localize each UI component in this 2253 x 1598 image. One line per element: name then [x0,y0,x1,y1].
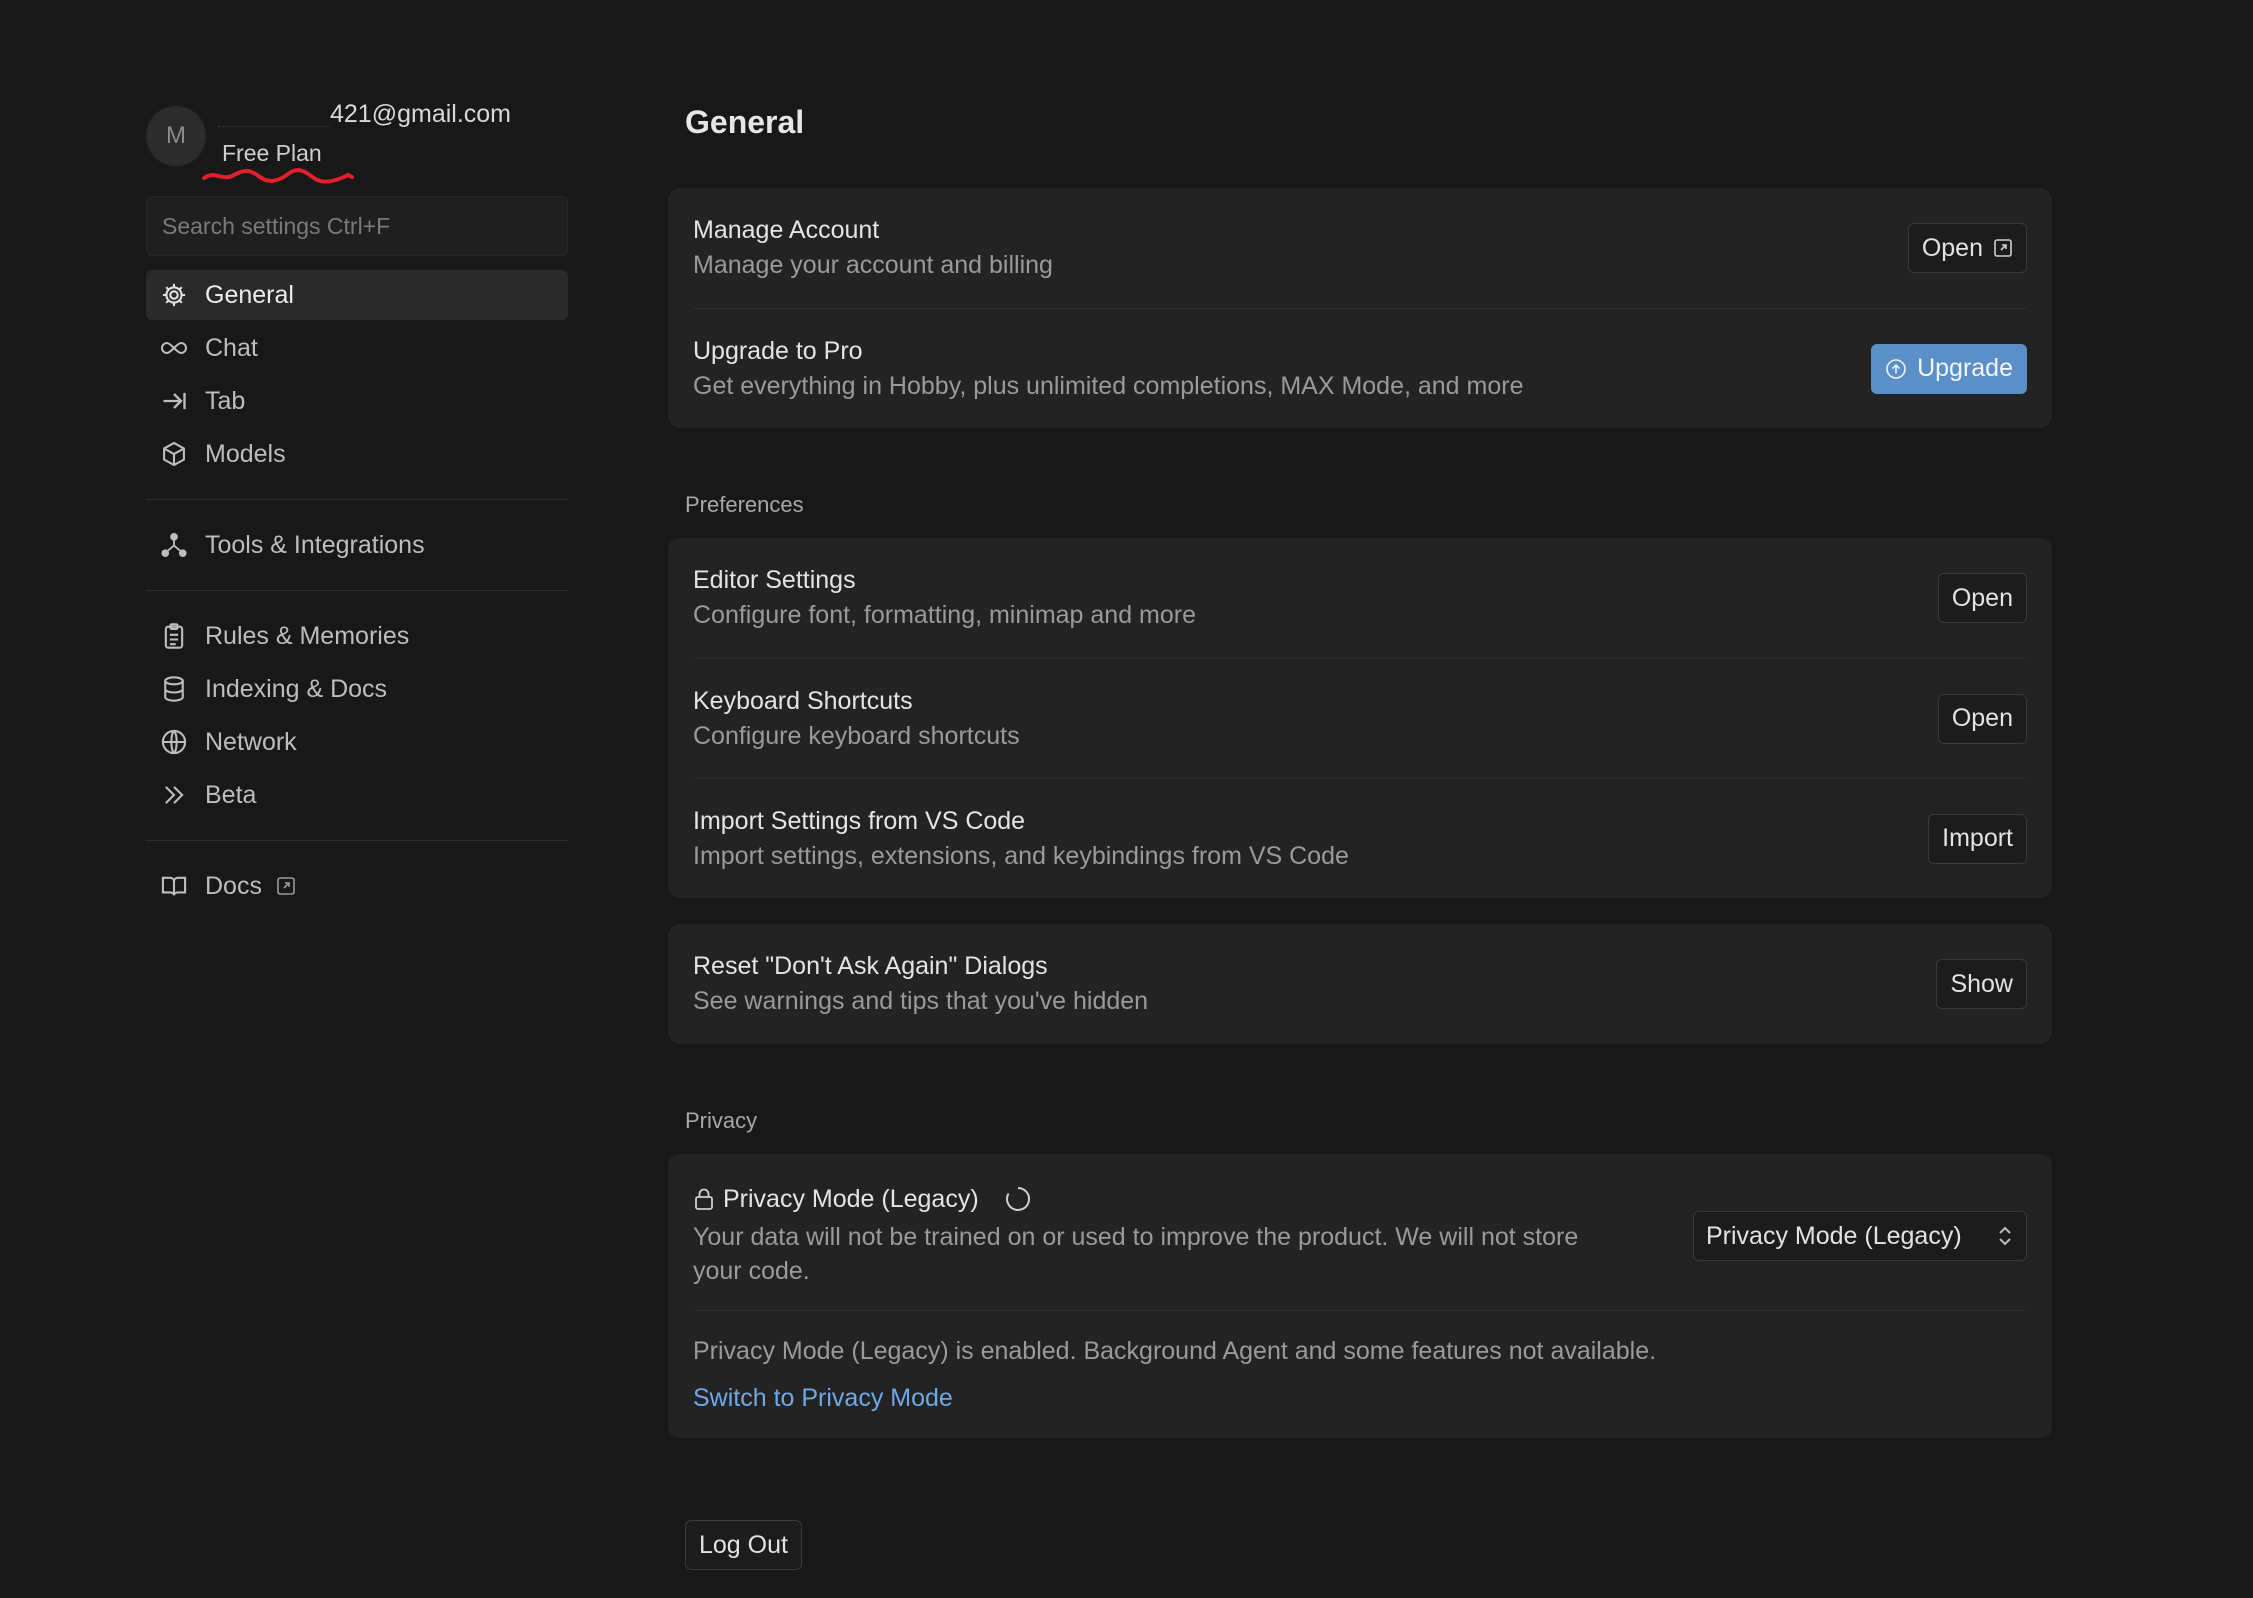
redacted-segment [218,103,330,127]
preferences-card: Editor Settings Configure font, formatti… [668,538,2052,898]
lock-icon [695,1188,713,1210]
avatar[interactable]: M [146,106,206,166]
tab-arrow-icon [159,386,189,416]
keyboard-shortcuts-open-button[interactable]: Open [1937,693,2027,744]
privacy-mode-heading: Privacy Mode (Legacy) [693,1184,1613,1214]
editor-settings-title: Editor Settings [693,566,856,594]
book-icon [159,871,189,901]
privacy-section-label: Privacy [685,1108,758,1133]
sidebar-item-beta[interactable]: Beta [146,770,568,820]
sidebar-item-tools-integrations[interactable]: Tools & Integrations [146,520,568,570]
reset-dialogs-desc: See warnings and tips that you've hidden [693,987,1149,1015]
settings-page: M 421@gmail.com Free Plan General Chat [0,0,2253,1598]
manage-account-row: Manage Account Manage your account and b… [693,188,2027,308]
loading-spinner-icon [1005,1187,1030,1211]
manage-account-title: Manage Account [693,216,880,244]
button-label: Open [1921,233,1983,262]
external-link-icon [277,877,295,895]
sidebar-item-label: Indexing & Docs [205,674,388,703]
log-out-button[interactable]: Log Out [685,1520,802,1570]
clipboard-icon [159,621,189,651]
sidebar-item-label: Chat [205,333,258,362]
manage-account-desc: Manage your account and billing [693,251,1053,279]
sidebar-item-label: Rules & Memories [205,621,410,650]
email-text: 421@gmail.com [330,100,512,128]
sidebar: M 421@gmail.com Free Plan General Chat [146,100,568,914]
infinity-icon [159,333,189,363]
globe-icon [159,727,189,757]
manage-account-open-button[interactable]: Open [1907,223,2027,273]
reset-dialogs-show-button[interactable]: Show [1936,959,2027,1009]
privacy-mode-row: Privacy Mode (Legacy) Your data will not… [693,1184,2027,1311]
upgrade-button[interactable]: Upgrade [1871,343,2027,394]
profile-block: M 421@gmail.com Free Plan [146,100,568,196]
privacy-notice: Privacy Mode (Legacy) is enabled. Backgr… [693,1337,1657,1365]
editor-settings-open-button[interactable]: Open [1937,573,2027,623]
search-settings[interactable] [146,196,568,256]
sidebar-item-indexing-docs[interactable]: Indexing & Docs [146,664,568,714]
database-icon [159,674,189,704]
privacy-mode-select[interactable]: Privacy Mode (Legacy) [1693,1211,2027,1261]
reset-dialogs-card: Reset "Don't Ask Again" Dialogs See warn… [668,924,2052,1044]
sidebar-item-rules-memories[interactable]: Rules & Memories [146,611,568,661]
double-chevron-icon [159,780,189,810]
upgrade-desc: Get everything in Hobby, plus unlimited … [693,371,1524,400]
button-label: Open [1951,583,2013,612]
plan-label: Free Plan [222,140,322,166]
chevron-updown-icon [1999,1226,2011,1246]
account-email: 421@gmail.com [218,100,511,129]
sidebar-item-tab[interactable]: Tab [146,376,568,426]
account-card: Manage Account Manage your account and b… [668,188,2052,428]
cube-icon [159,439,189,469]
sidebar-item-label: Models [205,439,286,468]
keyboard-shortcuts-desc: Configure keyboard shortcuts [693,721,1020,750]
import-vscode-button[interactable]: Import [1928,813,2027,864]
red-underline-annotation [202,168,354,184]
nodes-icon [159,530,189,560]
sidebar-item-models[interactable]: Models [146,429,568,479]
upgrade-arrow-icon [1886,358,1906,379]
button-label: Open [1951,704,2013,732]
nav-divider [146,590,568,591]
privacy-mode-title: Privacy Mode (Legacy) [723,1184,979,1213]
sidebar-item-docs[interactable]: Docs [146,861,568,911]
button-label: Log Out [699,1530,788,1559]
switch-privacy-mode-link[interactable]: Switch to Privacy Mode [693,1384,953,1412]
import-vscode-desc: Import settings, extensions, and keybind… [693,841,1349,870]
privacy-card: Privacy Mode (Legacy) Your data will not… [668,1154,2052,1438]
upgrade-row: Upgrade to Pro Get everything in Hobby, … [693,308,2027,428]
keyboard-shortcuts-row: Keyboard Shortcuts Configure keyboard sh… [693,658,2027,778]
sidebar-item-label: Network [205,727,297,756]
button-label: Import [1942,824,2013,852]
import-vscode-title: Import Settings from VS Code [693,806,1026,835]
reset-dialogs-row: Reset "Don't Ask Again" Dialogs See warn… [693,924,2027,1044]
nav-divider [146,840,568,841]
gear-icon [159,280,189,310]
sidebar-item-chat[interactable]: Chat [146,323,568,373]
sidebar-item-label: Beta [205,780,257,809]
search-input[interactable] [160,211,554,241]
editor-settings-row: Editor Settings Configure font, formatti… [693,538,2027,658]
sidebar-item-network[interactable]: Network [146,717,568,767]
sidebar-item-label: Tab [205,386,246,415]
upgrade-title: Upgrade to Pro [693,336,863,365]
settings-nav: General Chat Tab Models Tools & Integrat… [146,270,568,911]
reset-dialogs-title: Reset "Don't Ask Again" Dialogs [693,952,1048,980]
sidebar-item-label: General [205,280,294,309]
nav-divider [146,499,568,500]
page-title: General [685,104,805,140]
button-label: Show [1950,969,2013,998]
select-value: Privacy Mode (Legacy) [1706,1221,1962,1250]
settings-main: General Manage Account Manage your accou… [668,100,2052,1570]
keyboard-shortcuts-title: Keyboard Shortcuts [693,686,913,715]
privacy-mode-desc: Your data will not be trained on or used… [693,1223,1579,1285]
preferences-section-label: Preferences [685,492,804,517]
editor-settings-desc: Configure font, formatting, minimap and … [693,601,1197,629]
import-vscode-row: Import Settings from VS Code Import sett… [693,778,2027,898]
external-link-icon [1994,239,2012,257]
sidebar-item-label: Docs [205,871,262,900]
sidebar-item-label: Tools & Integrations [205,530,425,559]
button-label: Upgrade [1917,354,2013,382]
sidebar-item-general[interactable]: General [146,270,568,320]
